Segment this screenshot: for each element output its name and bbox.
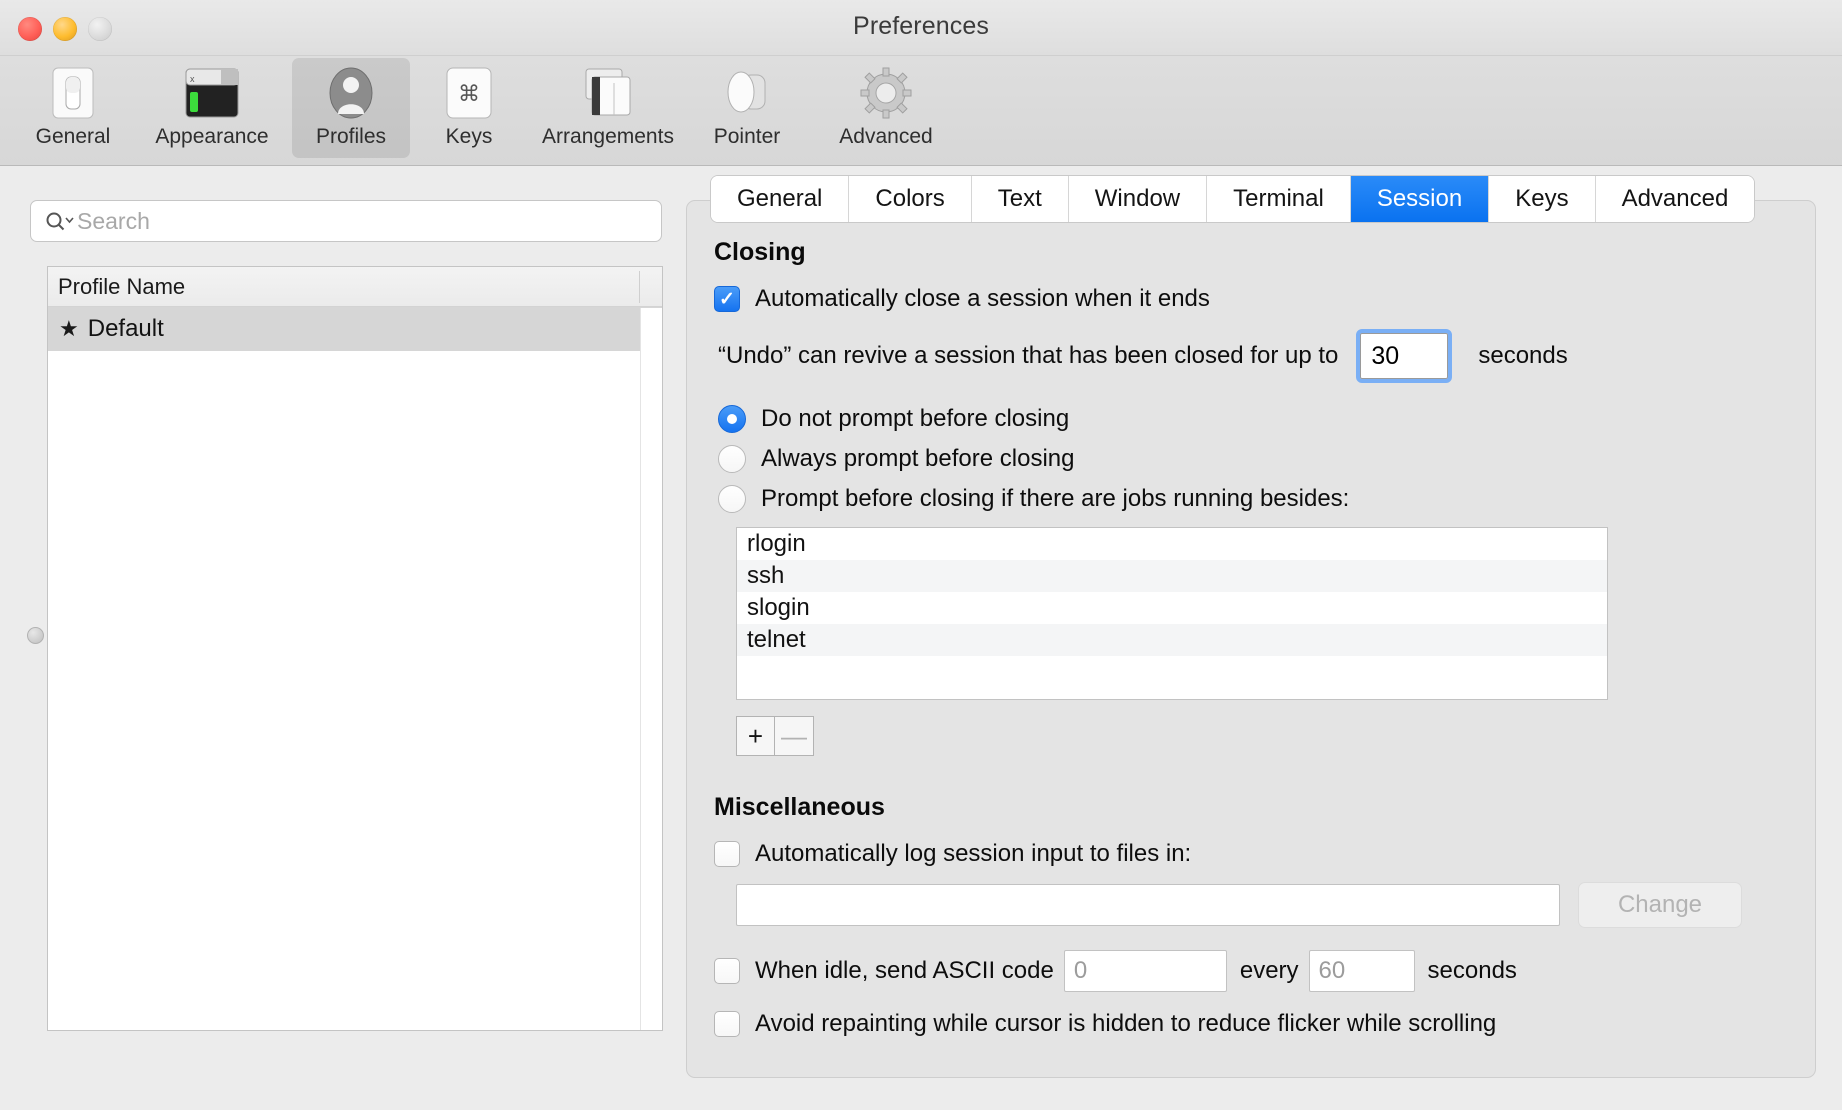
ascii-code-input[interactable]: 0 (1064, 950, 1227, 992)
tab-text[interactable]: Text (972, 176, 1069, 222)
avoid-repaint-checkbox[interactable] (714, 1011, 740, 1037)
table-row[interactable]: ★ Default (48, 307, 662, 351)
advanced-gear-icon (857, 65, 915, 121)
radio-dot-icon (727, 414, 737, 424)
toolbar-item-appearance[interactable]: x Appearance (132, 58, 292, 158)
radio-always-prompt[interactable] (718, 445, 746, 473)
toolbar-item-label: Appearance (155, 125, 268, 149)
radio-always-prompt-label: Always prompt before closing (761, 445, 1074, 473)
idle-ascii-checkbox[interactable] (714, 958, 740, 984)
closing-section-title: Closing (714, 238, 1788, 267)
log-session-input-checkbox[interactable] (714, 841, 740, 867)
toolbar-item-advanced[interactable]: Advanced (806, 58, 966, 158)
list-item[interactable]: slogin (737, 592, 1607, 624)
jobs-list-buttons: + — (736, 716, 814, 756)
checkmark-icon: ✓ (719, 290, 735, 309)
log-session-input-label: Automatically log session input to files… (755, 840, 1191, 868)
tab-keys[interactable]: Keys (1489, 176, 1595, 222)
profiles-table[interactable]: Profile Name ★ Default (47, 266, 663, 1031)
idle-ascii-label: When idle, send ASCII code (755, 957, 1054, 985)
radio-prompt-jobs-row[interactable]: Prompt before closing if there are jobs … (714, 485, 1788, 513)
toolbar-item-profiles[interactable]: Profiles (292, 58, 410, 158)
avoid-repaint-label: Avoid repainting while cursor is hidden … (755, 1010, 1496, 1038)
undo-seconds-unit-label: seconds (1478, 342, 1567, 370)
search-placeholder: Search (77, 208, 150, 235)
star-icon: ★ (59, 316, 79, 342)
miscellaneous-section-title: Miscellaneous (714, 793, 1788, 822)
idle-seconds-label: seconds (1428, 957, 1517, 985)
profile-name-cell: Default (88, 315, 164, 343)
change-button[interactable]: Change (1578, 882, 1742, 928)
radio-do-not-prompt[interactable] (718, 405, 746, 433)
content-area: Search Profile Name ★ Default Tags > + — (0, 167, 1842, 1110)
toolbar-item-label: Arrangements (542, 125, 674, 149)
auto-close-label: Automatically close a session when it en… (755, 285, 1210, 313)
general-switch-icon (44, 65, 102, 121)
tab-session[interactable]: Session (1351, 176, 1489, 222)
svg-text:x: x (190, 74, 195, 84)
tab-general[interactable]: General (711, 176, 849, 222)
toolbar-item-general[interactable]: General (14, 58, 132, 158)
window-title: Preferences (0, 12, 1842, 41)
list-item[interactable]: ssh (737, 560, 1607, 592)
panel-body: Closing ✓ Automatically close a session … (686, 200, 1816, 1078)
toolbar-item-pointer[interactable]: Pointer (688, 58, 806, 158)
profiles-person-icon (322, 65, 380, 121)
profiles-table-header: Profile Name (48, 267, 662, 307)
svg-text:⌘: ⌘ (458, 81, 480, 106)
idle-ascii-row: When idle, send ASCII code 0 every 60 se… (714, 950, 1788, 992)
every-label: every (1240, 957, 1299, 985)
tab-window[interactable]: Window (1069, 176, 1207, 222)
toolbar-item-label: Profiles (316, 125, 386, 149)
profiles-table-scrollbar[interactable] (640, 308, 662, 1030)
tab-advanced[interactable]: Advanced (1596, 176, 1755, 222)
log-path-input[interactable] (736, 884, 1560, 926)
radio-prompt-jobs[interactable] (718, 485, 746, 513)
profile-tab-bar: General Colors Text Window Terminal Sess… (710, 175, 1755, 223)
list-item[interactable]: rlogin (737, 528, 1607, 560)
search-magnifier-icon (45, 210, 75, 232)
auto-close-checkbox[interactable]: ✓ (714, 286, 740, 312)
toolbar-item-label: General (36, 125, 111, 149)
column-header-profile-name: Profile Name (48, 274, 185, 300)
prompt-radio-group: Do not prompt before closing Always prom… (714, 405, 1788, 513)
undo-revive-row: “Undo” can revive a session that has bee… (714, 333, 1788, 379)
jobs-list[interactable]: rlogin ssh slogin telnet (736, 527, 1608, 700)
toolbar-item-label: Keys (446, 125, 493, 149)
toolbar-item-arrangements[interactable]: Arrangements (528, 58, 688, 158)
titlebar: Preferences (0, 0, 1842, 56)
split-view-handle[interactable] (27, 627, 44, 644)
list-item[interactable]: telnet (737, 624, 1607, 656)
search-field[interactable]: Search (30, 200, 662, 242)
radio-always-prompt-row[interactable]: Always prompt before closing (714, 445, 1788, 473)
tab-terminal[interactable]: Terminal (1207, 176, 1351, 222)
preferences-toolbar: General x Appearance (0, 56, 1842, 166)
idle-interval-input[interactable]: 60 (1309, 950, 1415, 992)
appearance-window-icon: x (183, 65, 241, 121)
keys-command-icon: ⌘ (440, 65, 498, 121)
radio-do-not-prompt-row[interactable]: Do not prompt before closing (714, 405, 1788, 433)
toolbar-item-label: Pointer (714, 125, 781, 149)
radio-do-not-prompt-label: Do not prompt before closing (761, 405, 1069, 433)
column-divider (639, 271, 640, 303)
undo-revive-label: “Undo” can revive a session that has bee… (718, 342, 1338, 370)
log-input-row[interactable]: Automatically log session input to files… (714, 840, 1788, 868)
remove-job-button[interactable]: — (775, 716, 814, 756)
undo-seconds-input[interactable]: 30 (1360, 333, 1448, 379)
radio-prompt-jobs-label: Prompt before closing if there are jobs … (761, 485, 1349, 513)
toolbar-item-label: Advanced (839, 125, 932, 149)
toolbar-item-keys[interactable]: ⌘ Keys (410, 58, 528, 158)
session-settings-panel: General Colors Text Window Terminal Sess… (686, 175, 1816, 1078)
log-path-row: Change (714, 882, 1788, 928)
profiles-sidebar: Search Profile Name ★ Default Tags > + — (0, 167, 686, 1110)
preferences-window: Preferences General x (0, 0, 1842, 1110)
avoid-repaint-row[interactable]: Avoid repainting while cursor is hidden … (714, 1010, 1788, 1038)
auto-close-row[interactable]: ✓ Automatically close a session when it … (714, 285, 1788, 313)
add-job-button[interactable]: + (736, 716, 775, 756)
tab-colors[interactable]: Colors (849, 176, 971, 222)
pointer-mouse-icon (718, 65, 776, 121)
arrangements-panes-icon (579, 65, 637, 121)
